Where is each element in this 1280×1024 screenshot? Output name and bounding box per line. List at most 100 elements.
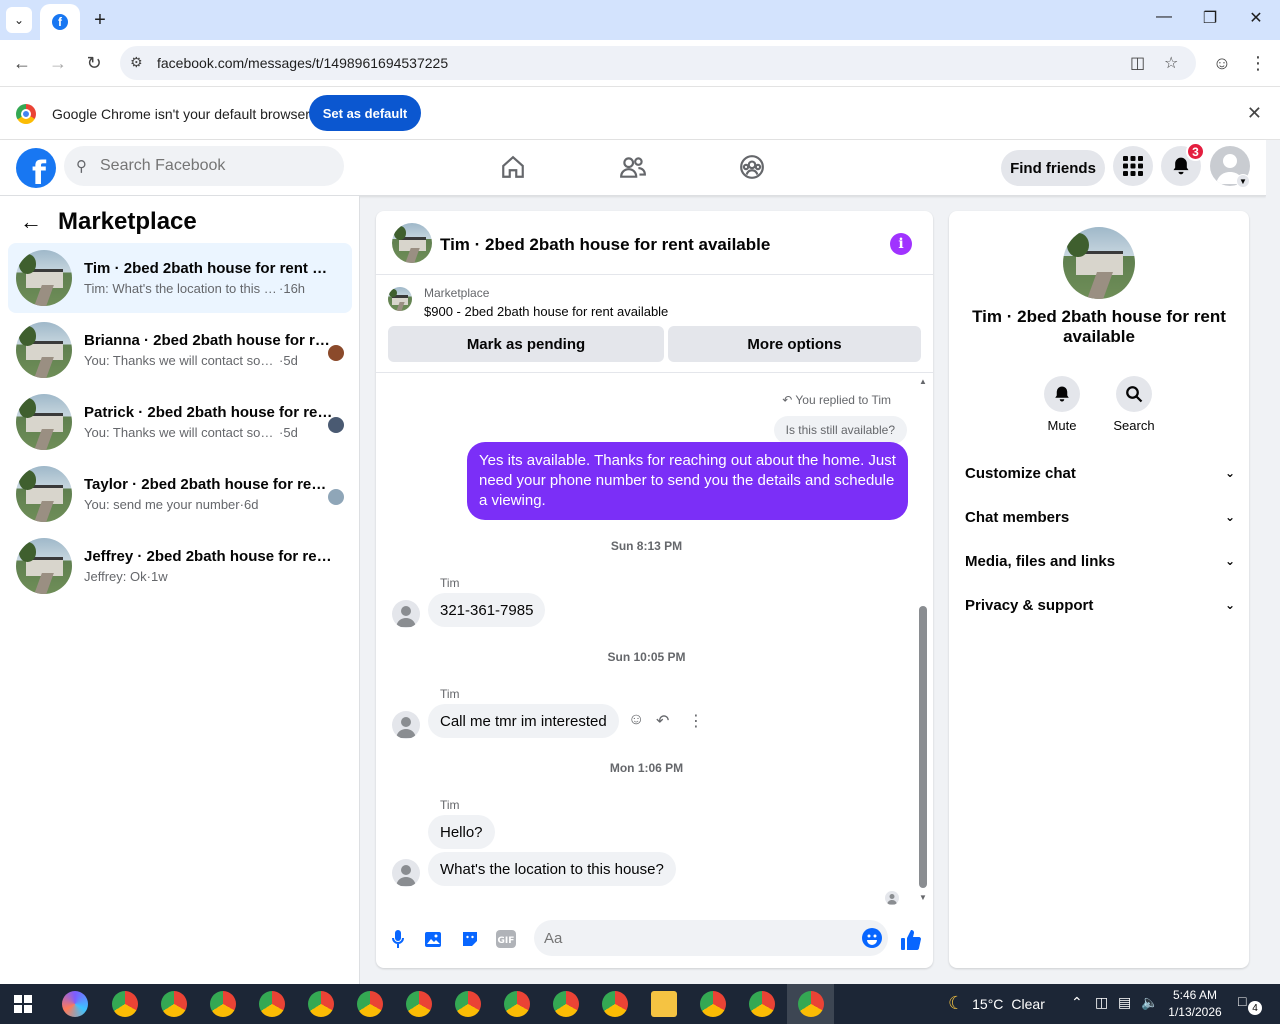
chrome-app-icon[interactable] [602, 991, 628, 1017]
search-in-conversation-button[interactable]: Search [1104, 376, 1164, 433]
page-scrollbar[interactable] [1266, 140, 1280, 984]
chat-listing-thumbnail[interactable] [392, 223, 432, 263]
scroll-down-arrow-icon[interactable]: ▼ [917, 893, 929, 902]
section-customize-chat[interactable]: Customize chat ⌄ [965, 461, 1235, 485]
details-listing-thumbnail[interactable] [1063, 227, 1135, 299]
reply-icon[interactable]: ↶ [656, 711, 669, 731]
chrome-app-icon[interactable] [553, 991, 579, 1017]
forward-icon[interactable]: → [46, 51, 70, 75]
conversation-name: Patrick · 2bed 2bath house for rent avai… [84, 404, 334, 421]
chat-title[interactable]: Tim · 2bed 2bath house for rent availabl… [440, 235, 770, 255]
tray-chevron-up-icon[interactable]: ⌃ [1071, 994, 1083, 1011]
notification-center-icon[interactable]: □ 4 [1238, 993, 1262, 1015]
react-emoji-icon[interactable]: ☺ [628, 711, 644, 729]
chrome-app-icon[interactable] [112, 991, 138, 1017]
find-friends-button[interactable]: Find friends [1001, 150, 1105, 186]
listing-mini-thumbnail[interactable] [388, 287, 412, 311]
volume-icon[interactable]: 🔈 [1141, 994, 1158, 1011]
section-label: Customize chat [965, 464, 1076, 482]
chrome-app-icon[interactable] [259, 991, 285, 1017]
conversation-info-icon[interactable]: i [890, 233, 912, 255]
conversation-item-taylor[interactable]: Taylor · 2bed 2bath house for rent avail… [8, 459, 352, 529]
back-icon[interactable]: ← [10, 51, 34, 75]
address-bar[interactable]: ⚙ facebook.com/messages/t/14989616945372… [120, 46, 1196, 80]
message-input-box[interactable] [534, 920, 888, 956]
photo-icon[interactable] [423, 928, 445, 950]
message-input[interactable] [544, 920, 844, 956]
site-info-icon[interactable]: ⚙ [130, 54, 143, 71]
chrome-app-icon[interactable] [161, 991, 187, 1017]
weather-widget[interactable]: ☾ 15°C Clear [948, 993, 1045, 1014]
section-media-files-links[interactable]: Media, files and links ⌄ [965, 549, 1235, 573]
meet-now-icon[interactable]: ◫ [1095, 994, 1108, 1011]
more-actions-icon[interactable]: ⋮ [688, 711, 704, 731]
quoted-message[interactable]: Is this still available? [773, 416, 907, 444]
gif-icon[interactable]: GIF [495, 928, 517, 950]
scroll-up-arrow-icon[interactable]: ▲ [917, 377, 929, 386]
close-window-icon[interactable]: ✕ [1244, 8, 1268, 28]
new-tab-plus-icon[interactable]: + [88, 8, 112, 32]
conversation-item-tim[interactable]: Tim · 2bed 2bath house for rent availabl… [8, 243, 352, 313]
system-clock[interactable]: 5:46 AM 1/13/2026 [1160, 987, 1230, 1021]
clock-time: 5:46 AM [1172, 988, 1218, 1002]
chrome-app-icon[interactable] [749, 991, 775, 1017]
incoming-message-bubble[interactable]: 321-361-7985 [428, 593, 546, 627]
chrome-app-icon[interactable] [357, 991, 383, 1017]
chrome-app-icon[interactable] [798, 991, 824, 1017]
groups-icon[interactable] [737, 152, 767, 182]
chat-scrollbar-thumb[interactable] [919, 606, 927, 888]
mark-as-pending-button[interactable]: Mark as pending [388, 326, 664, 362]
section-privacy-support[interactable]: Privacy & support ⌄ [965, 593, 1235, 617]
conversation-item-jeffrey[interactable]: Jeffrey · 2bed 2bath house for rent avai… [8, 531, 352, 601]
facebook-search-input[interactable] [100, 146, 330, 186]
chrome-app-icon[interactable] [406, 991, 432, 1017]
infobar-close-icon[interactable]: ✕ [1247, 103, 1262, 124]
sticker-icon[interactable] [459, 928, 481, 950]
reload-icon[interactable]: ↻ [82, 51, 106, 75]
incoming-message-bubble[interactable]: Hello? [428, 815, 495, 849]
conversation-sidebar: ← Marketplace Tim · 2bed 2bath house for… [0, 196, 360, 984]
url-text[interactable]: facebook.com/messages/t/1498961694537225 [157, 55, 448, 71]
sender-avatar[interactable] [392, 711, 420, 739]
outgoing-message-bubble[interactable]: Yes its available. Thanks for reaching o… [467, 442, 908, 520]
set-as-default-button[interactable]: Set as default [309, 95, 421, 131]
chrome-menu-icon[interactable]: ⋮ [1246, 51, 1270, 75]
chrome-app-icon[interactable] [308, 991, 334, 1017]
section-chat-members[interactable]: Chat members ⌄ [965, 505, 1235, 529]
thumbs-up-icon[interactable] [899, 928, 923, 952]
tab-facebook[interactable]: f [40, 4, 80, 40]
install-app-icon[interactable]: ◫ [1130, 53, 1145, 73]
chrome-app-icon[interactable] [504, 991, 530, 1017]
menu-grid-icon[interactable] [1113, 146, 1153, 186]
minimize-icon[interactable]: — [1152, 8, 1176, 26]
home-icon[interactable] [498, 152, 528, 182]
tab-search-chevron-icon[interactable]: ⌄ [6, 7, 32, 33]
chrome-app-icon[interactable] [455, 991, 481, 1017]
friends-icon[interactable] [618, 152, 648, 182]
incoming-message-bubble[interactable]: What's the location to this house? [428, 852, 676, 886]
facebook-logo-icon[interactable]: f [16, 148, 56, 188]
account-chevron-down-icon[interactable]: ▼ [1236, 174, 1250, 188]
mute-button[interactable]: Mute [1032, 376, 1092, 433]
back-arrow-icon[interactable]: ← [20, 209, 42, 235]
restore-icon[interactable]: ❐ [1198, 8, 1222, 28]
copilot-icon[interactable] [62, 991, 88, 1017]
conversation-item-brianna[interactable]: Brianna · 2bed 2bath house for rent avai… [8, 315, 352, 385]
sender-avatar[interactable] [392, 859, 420, 887]
marketplace-label: Marketplace [424, 286, 490, 300]
listing-title[interactable]: $900 - 2bed 2bath house for rent availab… [424, 304, 668, 319]
windows-start-icon[interactable] [14, 995, 32, 1013]
incoming-message-bubble[interactable]: Call me tmr im interested [428, 704, 619, 738]
bookmark-star-icon[interactable]: ☆ [1164, 53, 1178, 73]
file-explorer-icon[interactable] [651, 991, 677, 1017]
facebook-search-box[interactable]: ⚲ [64, 146, 344, 186]
chrome-app-icon[interactable] [210, 991, 236, 1017]
network-icon[interactable]: ▤ [1118, 994, 1131, 1011]
profile-icon[interactable]: ☺ [1210, 51, 1234, 75]
emoji-icon[interactable] [862, 928, 882, 948]
more-options-button[interactable]: More options [668, 326, 921, 362]
conversation-item-patrick[interactable]: Patrick · 2bed 2bath house for rent avai… [8, 387, 352, 457]
sender-avatar[interactable] [392, 600, 420, 628]
chrome-app-icon[interactable] [700, 991, 726, 1017]
microphone-icon[interactable] [387, 928, 409, 950]
